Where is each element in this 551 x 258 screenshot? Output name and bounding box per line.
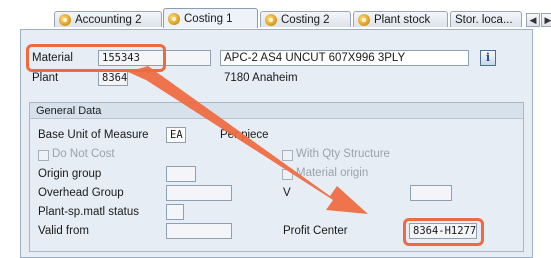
v-label: V <box>283 187 291 199</box>
tab-strip: Accounting 2 Costing 1 Costing 2 Plant s… <box>20 6 551 30</box>
plant-field[interactable]: 8364 <box>98 70 128 86</box>
tab-icon <box>168 12 180 25</box>
material-highlight <box>26 44 166 72</box>
tab-stor-loca[interactable]: Stor. loca... <box>450 11 522 27</box>
overhead-group-label: Overhead Group <box>38 187 124 199</box>
tab-label: Stor. loca... <box>455 13 513 26</box>
material-origin-checkbox[interactable] <box>282 169 293 180</box>
plant-description: 7180 Anaheim <box>224 72 298 84</box>
origin-group-label: Origin group <box>38 168 102 180</box>
tab-accounting-2[interactable]: Accounting 2 <box>54 11 162 27</box>
tab-icon <box>265 13 277 26</box>
tab-label: Plant stock <box>374 13 431 26</box>
base-uom-text: Per piece <box>220 129 269 141</box>
base-uom-field[interactable]: EA <box>166 127 186 143</box>
do-not-cost-checkbox[interactable] <box>38 150 49 161</box>
valid-from-label: Valid from <box>38 225 89 237</box>
tab-label: Costing 2 <box>281 13 330 26</box>
with-qty-structure-checkbox[interactable] <box>282 150 293 161</box>
valid-from-field[interactable] <box>166 223 232 239</box>
tab-label: Costing 1 <box>184 12 233 25</box>
tab-icon <box>59 13 71 26</box>
material-description-field: APC-2 AS4 UNCUT 607X996 3PLY <box>220 50 469 66</box>
tab-scroll-left-icon[interactable]: ◀ <box>526 13 540 27</box>
tab-plant-stock[interactable]: Plant stock <box>353 11 448 27</box>
tab-label: Accounting 2 <box>75 13 142 26</box>
plant-label: Plant <box>32 72 59 84</box>
base-uom-label: Base Unit of Measure <box>38 129 149 141</box>
profit-center-highlight <box>403 218 484 246</box>
v-field[interactable] <box>410 185 452 201</box>
plant-sp-status-label: Plant-sp.matl status <box>38 206 139 218</box>
origin-group-field[interactable] <box>166 166 196 182</box>
tab-costing-1[interactable]: Costing 1 <box>163 8 258 28</box>
tab-costing-2[interactable]: Costing 2 <box>260 11 351 27</box>
group-title: General Data <box>30 103 523 119</box>
overhead-group-field[interactable] <box>166 185 232 201</box>
plant-sp-status-field[interactable] <box>166 204 184 220</box>
info-icon[interactable]: i <box>480 50 496 66</box>
do-not-cost-label: Do Not Cost <box>52 148 115 160</box>
tab-icon <box>358 13 370 26</box>
sap-window: Accounting 2 Costing 1 Costing 2 Plant s… <box>0 0 551 258</box>
with-qty-structure-label: With Qty Structure <box>296 148 390 160</box>
profit-center-label: Profit Center <box>283 225 348 237</box>
material-origin-label: Material origin <box>296 167 369 179</box>
tab-scroll-right-icon[interactable]: ▶ <box>541 13 551 27</box>
